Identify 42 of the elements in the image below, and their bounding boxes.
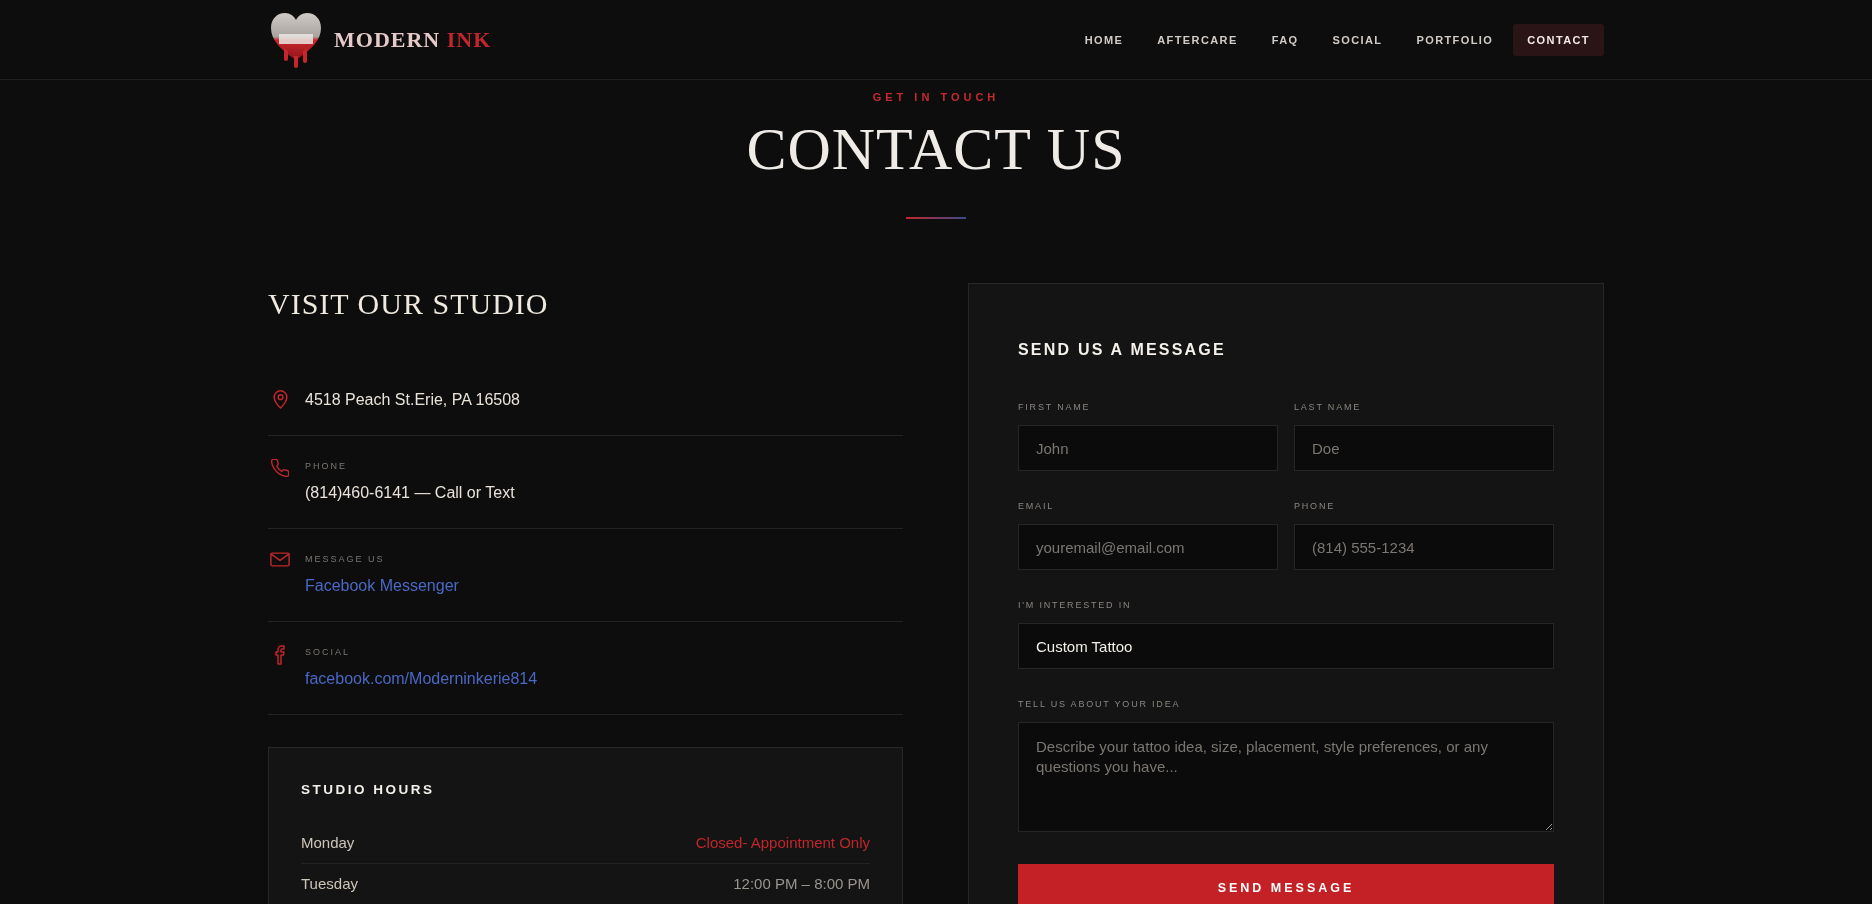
phone-icon: [271, 459, 289, 477]
message-field[interactable]: Describe your tattoo idea, size, placement, style preferences, or any questions you have...: [1018, 722, 1554, 832]
nav-link[interactable]: CONTACT: [1513, 23, 1604, 56]
form-title: SEND US A MESSAGE: [1018, 340, 1226, 360]
facebook-icon: [275, 645, 285, 665]
detail-link[interactable]: Facebook Messenger: [305, 575, 459, 597]
heart-emblem-icon[interactable]: [270, 11, 322, 68]
dropdown-field[interactable]: Custom Tattoo: [1018, 623, 1554, 669]
contact-label: SOCIAL: [305, 646, 350, 659]
detail-link[interactable]: facebook.com/Moderninkerie814: [305, 668, 538, 690]
section-eyebrow: GET IN TOUCH: [872, 90, 1000, 104]
nav-link[interactable]: HOME: [1070, 23, 1138, 56]
text-field[interactable]: youremail@email.com: [1018, 524, 1278, 570]
brand-name[interactable]: MODERN INK: [334, 26, 492, 53]
contact-value: (814)460-6141 — Call or Text: [305, 483, 515, 503]
field-label: LAST NAME: [1294, 401, 1362, 413]
nav-link[interactable]: AFTERCARE: [1143, 23, 1252, 56]
hours-title: STUDIO HOURS: [301, 782, 435, 798]
day-label: Monday: [301, 833, 355, 853]
field-label: EMAIL: [1018, 500, 1054, 512]
text-field[interactable]: John: [1018, 425, 1278, 471]
text-field[interactable]: Doe: [1294, 425, 1554, 471]
nav-link[interactable]: SOCIAL: [1318, 23, 1397, 56]
contact-label: MESSAGE US: [305, 553, 385, 566]
mail-icon: [270, 552, 290, 567]
field-label: PHONE: [1294, 500, 1335, 512]
text-field[interactable]: (814) 555-1234: [1294, 524, 1554, 570]
contact-value: 4518 Peach St.Erie, PA 16508: [305, 390, 520, 410]
map-pin-icon: [272, 389, 288, 409]
nav-link[interactable]: PORTFOLIO: [1402, 23, 1508, 56]
day-label: Tuesday: [301, 874, 358, 894]
hours-value: Closed- Appointment Only: [695, 833, 870, 853]
field-label: TELL US ABOUT YOUR IDEA: [1018, 698, 1181, 710]
page-title: CONTACT US: [746, 118, 1126, 180]
send-button[interactable]: SEND MESSAGE: [1018, 864, 1554, 904]
field-label: I'M INTERESTED IN: [1018, 599, 1132, 611]
field-label: FIRST NAME: [1018, 401, 1091, 413]
studio-heading: VISIT OUR STUDIO: [268, 286, 549, 322]
nav-link[interactable]: FAQ: [1257, 23, 1313, 56]
contact-label: PHONE: [305, 460, 347, 473]
title-underline: [906, 217, 966, 219]
hours-value: 12:00 PM – 8:00 PM: [733, 874, 870, 894]
